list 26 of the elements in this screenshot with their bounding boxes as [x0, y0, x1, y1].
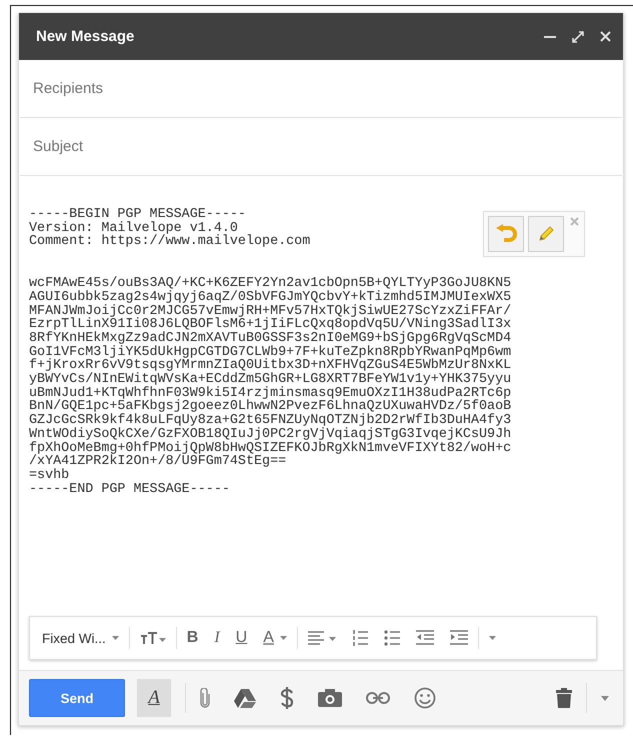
font-size-icon	[140, 631, 166, 645]
pgp-message-text: wcFMAwE45s/ouBs3AQ/+KC+K6ZEFY2Yn2av1cbOpn5B+QYLTYyP3GoJU8KN5 AGUI6ubbk5zag2s4wjqyj6aqZ/0SbVFGJmYQcbvY+kTizmhd5IMJMUIexWX5 MFANJWmJoijCc0r2MJCG57vEmwjRH+MFv57HxTQkjSiwUE27ScYzxZiFFAr/ EzrpTlLinX91Ii08J6LQBOFlsM6+1jIiFLcQxq8opdVq5U/VNing3SadlI3x 8RfYKnHEkMxgZz9adCJN2mXAVTuB0GSSF3s2nI0eMG9+bSjGpg6RgVqScMD4 GoI1VFcM3ljiYK5dUkHgpCGTDG7CLWb9+7F+kuTeZpkn8RpbYRwanPqMp6wm f+jKroxRr6vV9tsqsgYMrmnZIaQ0Uitbx3D+nXFHVqZGuS4E5WbMzUr8NxKL yBWYvCs/NInEWitqWVsKa+ECddZm5GhGR+LG8XRT7BFeYW1v1y+YHK375yyu uBmNJud1+KTqWhfhnF03W9ki5I4rzjminsmasq9EmuOXzI1H38udPa2RTc6p BnN/GQE1pc+5aFKbgsj2goeez0LhwwN2PvezF6LhnaQzUXuwaHVDz/5f0aoB GZJcGcSRk9kf4k8uLFqUy8za+G2t65FNZUyNqOTZNjb2D2rWfIb3DuHA4fy3 WntWOdiySoQkCXe/GzFXOB18QIuJj0PC2rgVjVqiaqjSTgG3IvqejKCsU9Jh fpXhOoMeBmg+0hfPMoijQpW8bHwQSIZEFKOJbRgXkN1mveVFIXYt82/woH+c /xYA41ZPR2kI2On+/8/U9FGm74StEg== =svhb -----END PGP MESSAGE-----	[29, 277, 512, 496]
expand-icon[interactable]	[572, 30, 584, 42]
smiley-icon[interactable]	[414, 687, 436, 709]
more-options-caret-icon[interactable]	[601, 696, 609, 700]
caret-icon	[112, 636, 119, 640]
paperclip-icon[interactable]	[200, 688, 210, 708]
align-left-icon	[308, 631, 336, 645]
send-button[interactable]: Send	[29, 679, 125, 717]
undo-arrow-icon	[495, 224, 517, 244]
link-icon[interactable]	[366, 692, 390, 704]
bold-button[interactable]: B	[180, 624, 204, 652]
underline-button[interactable]: U	[230, 624, 254, 652]
drive-icon[interactable]	[234, 688, 256, 708]
camera-icon[interactable]	[318, 689, 342, 707]
caret-icon	[280, 636, 287, 640]
formatting-options-button[interactable]: A	[137, 679, 171, 717]
close-icon[interactable]	[600, 31, 611, 42]
text-color-button[interactable]: A	[257, 624, 293, 652]
font-dropdown[interactable]: Fixed Wi...	[36, 624, 125, 652]
pgp-message-text: -----BEGIN PGP MESSAGE----- Version: Mailvelope v1.4.0 Comment: https://www.mailvelope.com	[29, 208, 310, 250]
trash-icon[interactable]	[556, 688, 572, 708]
italic-button[interactable]: I	[208, 624, 226, 652]
minimize-icon[interactable]	[544, 34, 556, 38]
dollar-icon[interactable]	[280, 687, 294, 709]
window-title: New Message	[36, 28, 134, 45]
